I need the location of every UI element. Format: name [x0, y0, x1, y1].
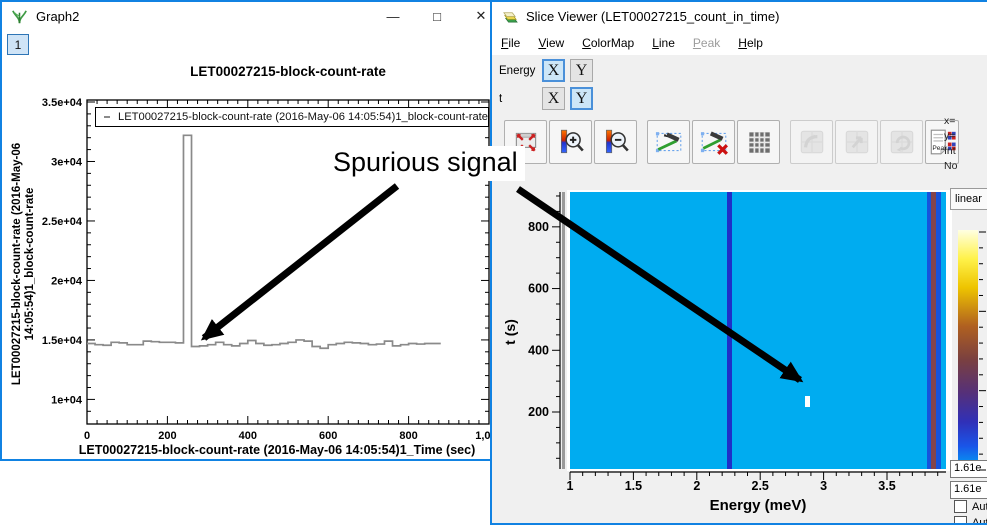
autoscale-min-checkbox[interactable]: Aut — [954, 516, 987, 525]
svg-text:800: 800 — [399, 430, 417, 442]
svg-text:400: 400 — [528, 343, 549, 357]
spurious-spot — [805, 396, 810, 407]
checkbox-box[interactable] — [954, 500, 967, 513]
desktop: Graph2 — □ ✕ 1 LET00027215-block-count-r… — [0, 0, 987, 532]
legend-line-sample — [104, 116, 110, 118]
rebin-refresh-button[interactable] — [880, 120, 923, 164]
dim-energy-label: Energy — [499, 65, 542, 77]
checkbox-box[interactable] — [954, 516, 967, 525]
count-rate-plot-canvas[interactable]: 02004006008001,0001e+041.5e+042e+042.5e+… — [2, 2, 493, 461]
svg-text:600: 600 — [528, 282, 549, 296]
colorbar-max-field[interactable]: 1.61e — [950, 460, 987, 478]
svg-text:2.5e+04: 2.5e+04 — [42, 216, 83, 228]
slice-viewer-titlebar[interactable]: Slice Viewer (LET00027215_count_in_time) — [492, 2, 987, 30]
svg-text:3.5e+04: 3.5e+04 — [42, 97, 83, 109]
menu-file[interactable]: File — [492, 32, 529, 54]
rebin-cursor-button[interactable] — [835, 120, 878, 164]
svg-text:1: 1 — [567, 479, 574, 493]
energy-x-button[interactable]: X — [542, 59, 565, 82]
energy-y-button[interactable]: Y — [570, 59, 593, 82]
svg-text:600: 600 — [319, 430, 337, 442]
heatmap-vline — [727, 192, 732, 469]
heatmap-vline-core — [931, 192, 936, 469]
menu-colormap[interactable]: ColorMap — [573, 32, 643, 54]
slice-viewer-window-title: Slice Viewer (LET00027215_count_in_time) — [526, 9, 779, 24]
svg-text:1e+04: 1e+04 — [51, 394, 83, 406]
menu-peak[interactable]: Peak — [684, 32, 729, 54]
colorbar-gradient — [958, 230, 978, 470]
count-in-time-heatmap[interactable] — [570, 192, 946, 469]
menu-line[interactable]: Line — [643, 32, 684, 54]
remove-line-icon — [699, 127, 729, 157]
t-x-button[interactable]: X — [542, 87, 565, 110]
svg-text:0: 0 — [84, 430, 90, 442]
graph2-window: Graph2 — □ ✕ 1 LET00027215-block-count-r… — [0, 0, 493, 461]
slice-stack-icon — [501, 8, 518, 25]
spurious-signal-annotation: Spurious signal — [326, 146, 525, 181]
line-overlay-handle[interactable] — [562, 192, 565, 469]
svg-text:3e+04: 3e+04 — [51, 156, 83, 168]
rebin-cursor-icon — [842, 127, 872, 157]
legend: LET00027215-block-count-rate (2016-May-0… — [95, 107, 489, 127]
svg-text:2: 2 — [693, 479, 700, 493]
energy-axis-label: Energy (meV) — [570, 497, 946, 514]
dim-t-label: t — [499, 93, 542, 105]
svg-text:400: 400 — [239, 430, 257, 442]
grid-icon — [744, 127, 774, 157]
zoom-in-icon — [556, 127, 586, 157]
menu-view[interactable]: View — [529, 32, 573, 54]
dimension-panel: Energy X Y t X Y — [492, 55, 987, 114]
toolbar: Peak x= y= Int No — [492, 114, 987, 180]
svg-text:800: 800 — [528, 220, 549, 234]
svg-text:3: 3 — [820, 479, 827, 493]
svg-text:200: 200 — [528, 405, 549, 419]
rebin-mode-icon — [797, 127, 827, 157]
svg-text:1.5e+04: 1.5e+04 — [42, 335, 83, 347]
zoom-in-button[interactable] — [549, 120, 592, 164]
rebin-mode-button[interactable] — [790, 120, 833, 164]
zoom-out-icon — [601, 127, 631, 157]
svg-text:1.5: 1.5 — [625, 479, 642, 493]
cursor-readout: x= y= Int No — [944, 114, 957, 174]
t-y-button[interactable]: Y — [570, 87, 593, 110]
scale-mode-dropdown[interactable]: linear — [950, 188, 987, 210]
rebin-refresh-icon — [887, 127, 917, 157]
svg-text:3.5: 3.5 — [878, 479, 895, 493]
colorbar-min-field[interactable]: 1.61e — [950, 481, 987, 499]
grid-button[interactable] — [737, 120, 780, 164]
svg-text:2e+04: 2e+04 — [51, 275, 83, 287]
svg-text:2.5: 2.5 — [752, 479, 769, 493]
svg-text:200: 200 — [158, 430, 176, 442]
autoscale-max-checkbox[interactable]: Aut — [954, 500, 987, 513]
remove-line-button[interactable] — [692, 120, 735, 164]
legend-label: LET00027215-block-count-rate (2016-May-0… — [118, 111, 488, 123]
t-axis-label: t (s) — [502, 319, 518, 345]
draw-line-icon — [654, 127, 684, 157]
draw-line-button[interactable] — [647, 120, 690, 164]
menubar: File View ColorMap Line Peak Help — [492, 30, 987, 55]
slice-viewer-window: Slice Viewer (LET00027215_count_in_time)… — [490, 0, 987, 525]
zoom-out-button[interactable] — [594, 120, 637, 164]
menu-help[interactable]: Help — [729, 32, 772, 54]
